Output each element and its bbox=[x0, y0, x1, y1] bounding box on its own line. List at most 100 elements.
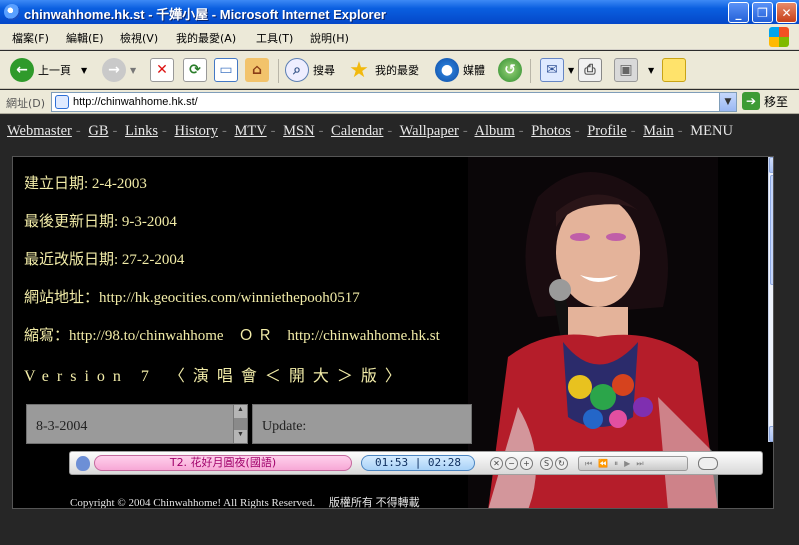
copyright: Copyright © 2004 Chinwahhome! All Rights… bbox=[70, 497, 420, 509]
back-dropdown-icon[interactable]: ▼ bbox=[81, 66, 87, 75]
equalizer-icon[interactable] bbox=[698, 457, 718, 470]
close-button[interactable]: ✕ bbox=[776, 2, 797, 23]
nav-link-calendar[interactable]: Calendar bbox=[331, 123, 383, 139]
refresh-button[interactable]: ⟳ bbox=[183, 56, 211, 84]
stop-button[interactable]: ✕ bbox=[150, 56, 178, 84]
menu-edit[interactable]: 編輯(E) bbox=[66, 30, 104, 46]
news-box-scrollbar[interactable]: ▲ ▼ bbox=[233, 405, 247, 443]
nav-link-wallpaper[interactable]: Wallpaper bbox=[400, 123, 459, 139]
favorites-label: 我的最愛 bbox=[375, 64, 419, 77]
forward-arrow-icon: → bbox=[102, 58, 126, 82]
updated-date: 最後更新日期: 9-3-2004 bbox=[24, 214, 177, 230]
page-content: Webmaster - GB - Links - History - MTV - MSN -… bbox=[0, 115, 799, 545]
history-button[interactable]: ↺ bbox=[498, 56, 526, 84]
scroll-up-icon[interactable]: ▲ bbox=[769, 157, 773, 173]
nav-separator: - bbox=[270, 123, 276, 139]
go-button[interactable]: ➔ 移至 bbox=[742, 92, 788, 110]
page-scrollbar[interactable]: ▲ ▼ bbox=[768, 157, 773, 442]
news-box-date[interactable]: 8-3-2004 ▲ ▼ bbox=[26, 404, 248, 444]
close-player-icon[interactable]: ✕ bbox=[490, 457, 503, 470]
nav-link-main[interactable]: Main bbox=[643, 123, 674, 139]
toolbar-separator bbox=[278, 59, 279, 83]
menu-file[interactable]: 檔案(F) bbox=[12, 30, 49, 46]
search-button[interactable]: ⌕ 搜尋 bbox=[285, 56, 335, 84]
news-box-update-text: Update: bbox=[262, 419, 307, 434]
news-box-update[interactable]: Update: bbox=[252, 404, 472, 444]
menu-tools[interactable]: 工具(T) bbox=[256, 30, 293, 46]
media-label: 媒體 bbox=[463, 64, 485, 77]
scroll-thumb[interactable] bbox=[770, 175, 773, 285]
nav-link-album[interactable]: Album bbox=[475, 123, 515, 139]
back-arrow-icon: ← bbox=[10, 58, 34, 82]
favorites-button[interactable]: ★ 我的最愛 bbox=[347, 56, 419, 84]
nav-separator: - bbox=[318, 123, 324, 139]
edit-dropdown-icon[interactable]: ▼ bbox=[648, 66, 654, 75]
nav-separator: - bbox=[518, 123, 524, 139]
history-icon: ↺ bbox=[498, 58, 522, 82]
nav-separator: - bbox=[462, 123, 468, 139]
nav-link-links[interactable]: Links bbox=[125, 123, 158, 139]
edit-button[interactable]: ▣ ▼ bbox=[614, 56, 654, 84]
nav-separator: - bbox=[677, 123, 683, 139]
stop-icon: ✕ bbox=[150, 58, 174, 82]
fullscreen-button[interactable]: ▭ bbox=[214, 56, 242, 84]
title-bar: chinwahhome.hk.st - 千嬅小屋 - Microsoft Int… bbox=[0, 0, 799, 24]
forward-dropdown-icon[interactable]: ▼ bbox=[130, 66, 136, 75]
address-bar: 網址(D) http://chinwahhome.hk.st/ ▼ ➔ 移至 bbox=[0, 90, 799, 114]
menu-view[interactable]: 檢視(V) bbox=[120, 30, 158, 46]
nav-separator: - bbox=[112, 123, 118, 139]
search-icon: ⌕ bbox=[285, 58, 309, 82]
nav-link-mtv[interactable]: MTV bbox=[234, 123, 266, 139]
browser-window: chinwahhome.hk.st - 千嬅小屋 - Microsoft Int… bbox=[0, 0, 799, 545]
back-button[interactable]: ← 上一頁 ▼ bbox=[10, 56, 87, 84]
nav-link-profile[interactable]: Profile bbox=[587, 123, 626, 139]
scroll-down-icon[interactable]: ▼ bbox=[769, 426, 773, 442]
playback-controls[interactable]: ⏮⏪⏸▶⏭ bbox=[578, 456, 688, 471]
music-player: T2. 花好月圓夜(國語) 01:53 | 02:28 ✕ − + S ↻ ⏮⏪… bbox=[69, 451, 763, 475]
forward-button[interactable]: → ▼ bbox=[102, 56, 136, 84]
address-input[interactable]: http://chinwahhome.hk.st/ ▼ bbox=[51, 92, 737, 112]
scroll-down-icon[interactable]: ▼ bbox=[234, 430, 247, 443]
window-title: chinwahhome.hk.st - 千嬅小屋 - Microsoft Int… bbox=[24, 7, 386, 22]
volume-up-icon[interactable]: + bbox=[520, 457, 533, 470]
menu-favorites[interactable]: 我的最愛(A) bbox=[176, 30, 236, 46]
volume-down-icon[interactable]: − bbox=[505, 457, 518, 470]
repeat-icon[interactable]: ↻ bbox=[555, 457, 568, 470]
scroll-up-icon[interactable]: ▲ bbox=[234, 405, 247, 418]
media-button[interactable]: ● 媒體 bbox=[435, 56, 485, 84]
address-dropdown-icon[interactable]: ▼ bbox=[719, 93, 736, 111]
track-title: T2. 花好月圓夜(國語) bbox=[94, 455, 352, 471]
nav-link-history[interactable]: History bbox=[174, 123, 218, 139]
nav-link-photos[interactable]: Photos bbox=[531, 123, 571, 139]
minimize-button[interactable]: _ bbox=[728, 2, 749, 23]
site-nav: Webmaster - GB - Links - History - MTV - MSN -… bbox=[7, 123, 733, 140]
nav-link-msn[interactable]: MSN bbox=[283, 123, 314, 139]
nav-link-gb[interactable]: GB bbox=[88, 123, 108, 139]
go-label: 移至 bbox=[764, 94, 789, 109]
news-box-date-text: 8-3-2004 bbox=[36, 419, 88, 434]
track-time: 01:53 | 02:28 bbox=[361, 455, 475, 471]
shuffle-icon[interactable]: S bbox=[540, 457, 553, 470]
mail-icon: ✉ bbox=[540, 58, 564, 82]
nav-separator: - bbox=[75, 123, 81, 139]
nav-separator: - bbox=[221, 123, 227, 139]
print-button[interactable]: ⎙ bbox=[578, 56, 606, 84]
toolbar-separator bbox=[530, 59, 531, 83]
toolbar: ← 上一頁 ▼ → ▼ ✕ ⟳ ▭ ⌂ ⌕ 搜尋 ★ 我的最愛 ● 媒體 ↺ ✉… bbox=[0, 51, 799, 89]
nav-separator: - bbox=[162, 123, 167, 139]
address-label: 網址(D) bbox=[6, 97, 46, 110]
edit-icon: ▣ bbox=[614, 58, 638, 82]
mail-button[interactable]: ✉ ▼ bbox=[540, 56, 574, 84]
menu-help[interactable]: 說明(H) bbox=[310, 30, 349, 46]
back-label: 上一頁 bbox=[38, 64, 71, 77]
mail-dropdown-icon[interactable]: ▼ bbox=[568, 66, 574, 75]
created-date: 建立日期: 2-4-2003 bbox=[24, 176, 147, 192]
nav-separator: - bbox=[574, 123, 580, 139]
messenger-button[interactable] bbox=[662, 56, 690, 84]
star-icon: ★ bbox=[349, 57, 369, 83]
page-icon bbox=[55, 95, 69, 109]
nav-link-webmaster[interactable]: Webmaster bbox=[7, 123, 72, 139]
home-button[interactable]: ⌂ bbox=[245, 56, 273, 84]
maximize-button[interactable]: ❐ bbox=[752, 2, 773, 23]
revised-date: 最近改版日期: 27-2-2004 bbox=[24, 252, 185, 268]
